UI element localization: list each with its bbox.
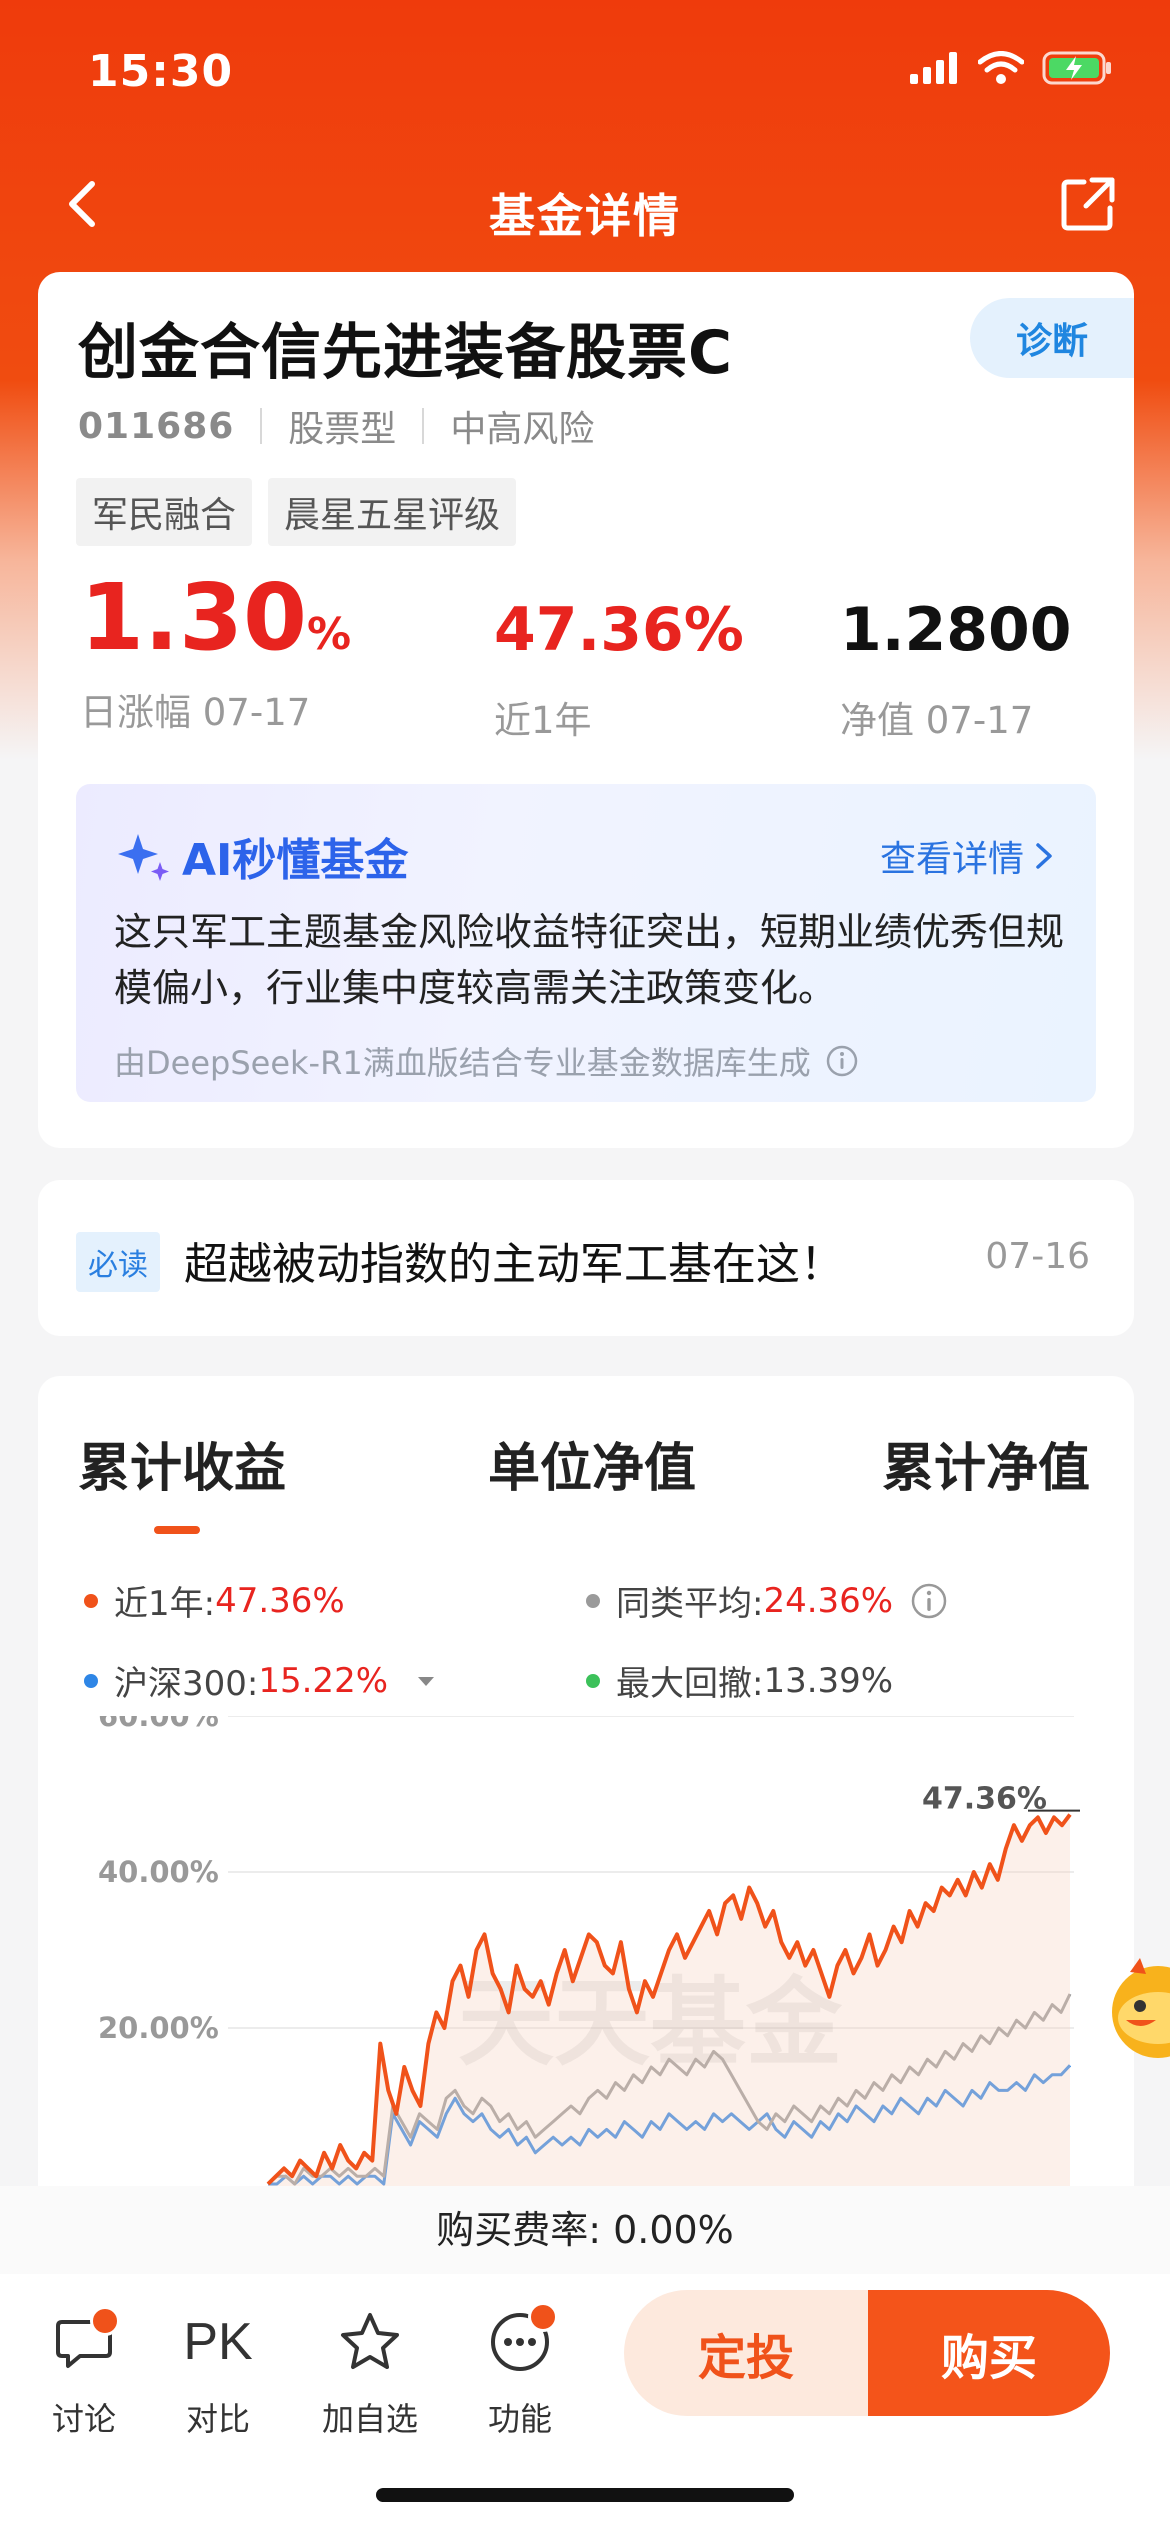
- legend-label: 同类平均:: [616, 1584, 764, 1624]
- legend-value: 24.36%: [763, 1580, 894, 1621]
- chart-tabs: 累计收益 单位净值 累计净值: [38, 1426, 1134, 1536]
- ai-summary-box[interactable]: AI秒懂基金 查看详情 这只军工主题基金风险收益特征突出，短期业绩优秀但规模偏小…: [76, 784, 1096, 1102]
- page-title: 基金详情: [489, 189, 681, 243]
- tab-cumulative-nav[interactable]: 累计净值: [882, 1426, 1090, 1501]
- legend-csi300[interactable]: 沪深300: 15.22%: [84, 1656, 446, 1705]
- add-favorite-label: 加自选: [321, 2400, 418, 2438]
- ai-footer: 由DeepSeek-R1满血版结合专业基金数据库生成: [114, 1038, 859, 1084]
- functions-label: 功能: [487, 2400, 552, 2438]
- add-favorite-button[interactable]: 加自选: [310, 2300, 430, 2440]
- status-icons: [910, 50, 1114, 86]
- news-card[interactable]: 必读 超越被动指数的主动军工基在这！ 07-16: [38, 1180, 1134, 1336]
- ai-title: AI秒懂基金: [116, 824, 408, 888]
- legend-label: 沪深300:: [114, 1664, 259, 1704]
- sparkle-icon: [118, 834, 169, 881]
- daily-change-unit: %: [307, 609, 352, 660]
- battery-icon: [1042, 51, 1111, 85]
- discuss-button[interactable]: 讨论: [24, 2300, 144, 2440]
- nav-value: 1.2800: [840, 595, 1072, 665]
- notification-dot: [528, 2302, 558, 2332]
- legend-dot: [586, 1673, 600, 1688]
- daily-change-value: 1.30: [80, 564, 307, 671]
- star-icon: [310, 2300, 430, 2384]
- chat-icon: [24, 2300, 144, 2384]
- legend-max-drawdown: 最大回撤: 13.39%: [586, 1656, 893, 1705]
- fund-meta: 011686 股票型 中高风险: [78, 400, 594, 452]
- y-tick-label: 40.00%: [98, 1855, 219, 1889]
- end-value-label: 47.36%: [922, 1782, 1047, 1817]
- series-area-fill: [268, 1814, 1070, 2186]
- legend-value: 15.22%: [258, 1660, 389, 1701]
- y-tick-label: 20.00%: [98, 2011, 219, 2045]
- status-time: 15:30: [88, 46, 234, 97]
- pk-icon-text: PK: [183, 2313, 253, 2371]
- one-year-stat: 47.36% 近1年: [494, 600, 744, 744]
- fund-type: 股票型: [288, 409, 397, 450]
- news-title[interactable]: 超越被动指数的主动军工基在这！: [184, 1228, 844, 1292]
- legend-value: 47.36%: [215, 1580, 345, 1621]
- one-year-label: 近1年: [494, 699, 592, 742]
- one-year-value: 47.36%: [494, 595, 744, 665]
- fund-tag[interactable]: 军民融合: [76, 478, 253, 546]
- legend-dot: [84, 1673, 98, 1688]
- discuss-label: 讨论: [51, 2400, 116, 2438]
- fund-risk: 中高风险: [450, 409, 595, 450]
- buy-button[interactable]: 购买: [868, 2290, 1110, 2416]
- tab-cumulative-return[interactable]: 累计收益: [78, 1426, 286, 1501]
- legend-dot: [586, 1593, 600, 1608]
- fund-code: 011686: [78, 405, 235, 447]
- compare-button[interactable]: PK 对比: [158, 2300, 278, 2440]
- fund-tags: 军民融合 晨星五星评级: [76, 478, 517, 546]
- legend-dot: [84, 1593, 98, 1608]
- nav-bar: 基金详情: [0, 150, 1170, 270]
- divider: [422, 408, 425, 444]
- fund-tag[interactable]: 晨星五星评级: [268, 478, 517, 546]
- ai-footer-text: 由DeepSeek-R1满血版结合专业基金数据库生成: [114, 1044, 811, 1082]
- purchase-fee-bar: 购买费率: 0.00%: [0, 2186, 1170, 2274]
- info-icon[interactable]: [825, 1044, 859, 1078]
- notification-dot: [90, 2306, 120, 2336]
- signal-icon: [910, 52, 957, 84]
- fund-name: 创金合信先进装备股票C: [78, 318, 734, 388]
- compare-label: 对比: [185, 2400, 250, 2438]
- dropdown-arrow-icon[interactable]: [406, 1671, 446, 1691]
- pk-icon: PK: [158, 2300, 278, 2384]
- news-date: 07-16: [985, 1236, 1090, 1277]
- purchase-button-group: 定投 购买: [624, 2290, 1110, 2416]
- info-icon[interactable]: [909, 1581, 949, 1621]
- legend-label: 最大回撤:: [616, 1664, 764, 1704]
- functions-button[interactable]: 功能: [460, 2300, 580, 2440]
- share-icon[interactable]: [1056, 172, 1120, 236]
- home-indicator: [376, 2488, 794, 2502]
- legend-one-year: 近1年: 47.36%: [84, 1576, 345, 1625]
- fund-info-card: 创金合信先进装备股票C 诊断 011686 股票型 中高风险 军民融合 晨星五星…: [38, 272, 1134, 1148]
- ai-more-label: 查看详情: [879, 839, 1024, 880]
- auto-invest-button[interactable]: 定投: [624, 2290, 868, 2416]
- daily-change-label: 日涨幅 07-17: [80, 691, 311, 734]
- legend-category-average: 同类平均: 24.36%: [586, 1576, 949, 1625]
- y-tick-label: 60.00%: [98, 1716, 219, 1733]
- ai-title-text: AI秒懂基金: [182, 835, 409, 886]
- diagnose-button[interactable]: 诊断: [970, 298, 1134, 378]
- must-read-badge: 必读: [76, 1232, 160, 1292]
- legend-label: 近1年:: [114, 1584, 216, 1624]
- mascot-icon[interactable]: [1100, 1954, 1170, 2064]
- divider: [260, 408, 263, 444]
- nav-label: 净值 07-17: [840, 699, 1034, 742]
- ai-summary-text: 这只军工主题基金风险收益特征突出，短期业绩优秀但规模偏小，行业集中度较高需关注政…: [114, 910, 1065, 1010]
- wifi-icon: [978, 51, 1024, 84]
- nav-stat: 1.2800 净值 07-17: [840, 600, 1072, 744]
- tab-unit-nav[interactable]: 单位净值: [488, 1426, 696, 1501]
- status-bar: 15:30: [0, 0, 1170, 140]
- more-icon: [460, 2300, 580, 2384]
- return-chart[interactable]: 60.00%40.00%20.00% 天天基金47.36%: [38, 1716, 1134, 2186]
- chevron-right-icon: [1036, 843, 1052, 869]
- active-tab-indicator: [154, 1526, 200, 1534]
- daily-change-stat: 1.30% 日涨幅 07-17: [80, 572, 351, 736]
- legend-value: 13.39%: [763, 1660, 894, 1701]
- ai-view-details-link[interactable]: 查看详情: [880, 830, 1054, 882]
